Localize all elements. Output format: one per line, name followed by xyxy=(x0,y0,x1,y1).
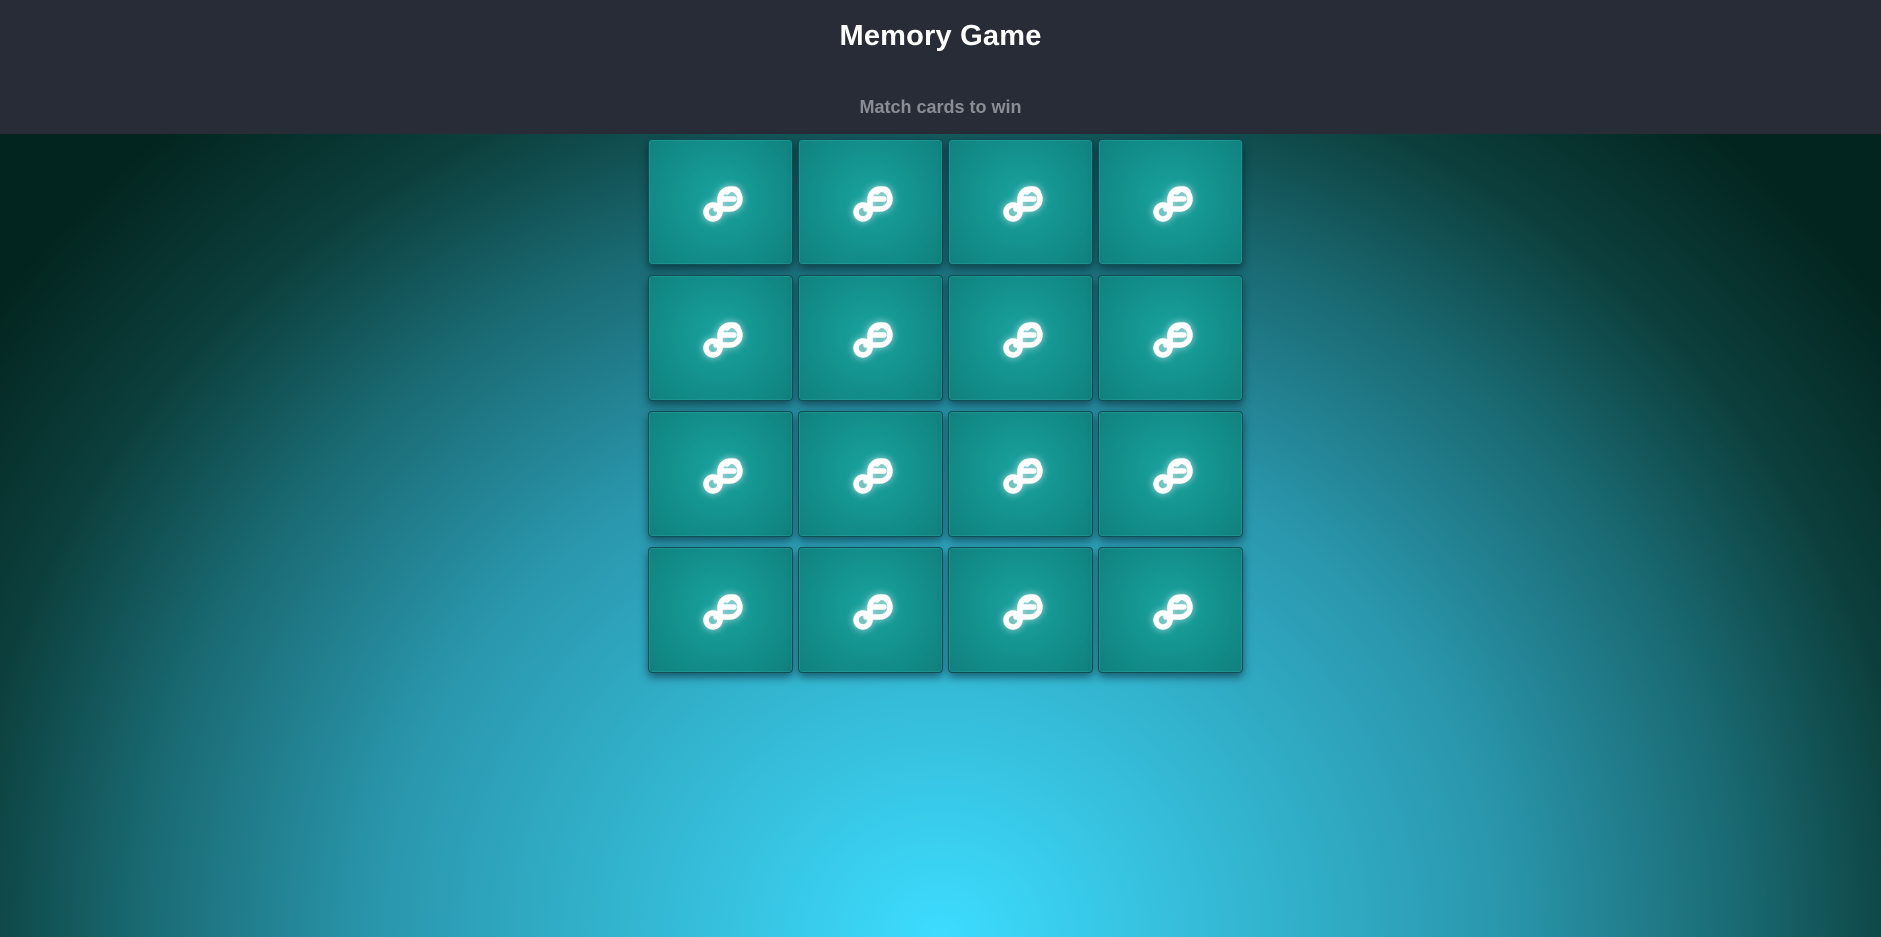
fedora-logo-icon xyxy=(839,306,903,370)
memory-card[interactable] xyxy=(1098,139,1243,265)
fedora-logo-icon xyxy=(989,442,1053,506)
fedora-logo-icon xyxy=(989,578,1053,642)
memory-card[interactable] xyxy=(948,547,1093,673)
memory-card[interactable] xyxy=(648,411,793,537)
fedora-logo-icon xyxy=(989,306,1053,370)
fedora-logo-icon xyxy=(839,578,903,642)
fedora-logo-icon xyxy=(689,170,753,234)
memory-card[interactable] xyxy=(648,139,793,265)
fedora-logo-icon xyxy=(689,442,753,506)
fedora-logo-icon xyxy=(839,442,903,506)
fedora-logo-icon xyxy=(1139,306,1203,370)
fedora-logo-icon xyxy=(1139,578,1203,642)
header: Memory Game Match cards to win xyxy=(0,0,1881,134)
page-title: Memory Game xyxy=(839,20,1042,52)
card-board xyxy=(648,139,1244,673)
memory-card[interactable] xyxy=(1098,411,1243,537)
memory-card[interactable] xyxy=(648,275,793,401)
memory-card[interactable] xyxy=(948,139,1093,265)
memory-card[interactable] xyxy=(798,139,943,265)
memory-card[interactable] xyxy=(798,275,943,401)
memory-card[interactable] xyxy=(648,547,793,673)
fedora-logo-icon xyxy=(689,306,753,370)
memory-card[interactable] xyxy=(1098,275,1243,401)
fedora-logo-icon xyxy=(1139,442,1203,506)
memory-card[interactable] xyxy=(948,275,1093,401)
fedora-logo-icon xyxy=(689,578,753,642)
memory-card[interactable] xyxy=(948,411,1093,537)
fedora-logo-icon xyxy=(839,170,903,234)
page-subtitle: Match cards to win xyxy=(859,97,1022,117)
memory-card[interactable] xyxy=(1098,547,1243,673)
memory-card[interactable] xyxy=(798,547,943,673)
fedora-logo-icon xyxy=(1139,170,1203,234)
memory-card[interactable] xyxy=(798,411,943,537)
fedora-logo-icon xyxy=(989,170,1053,234)
